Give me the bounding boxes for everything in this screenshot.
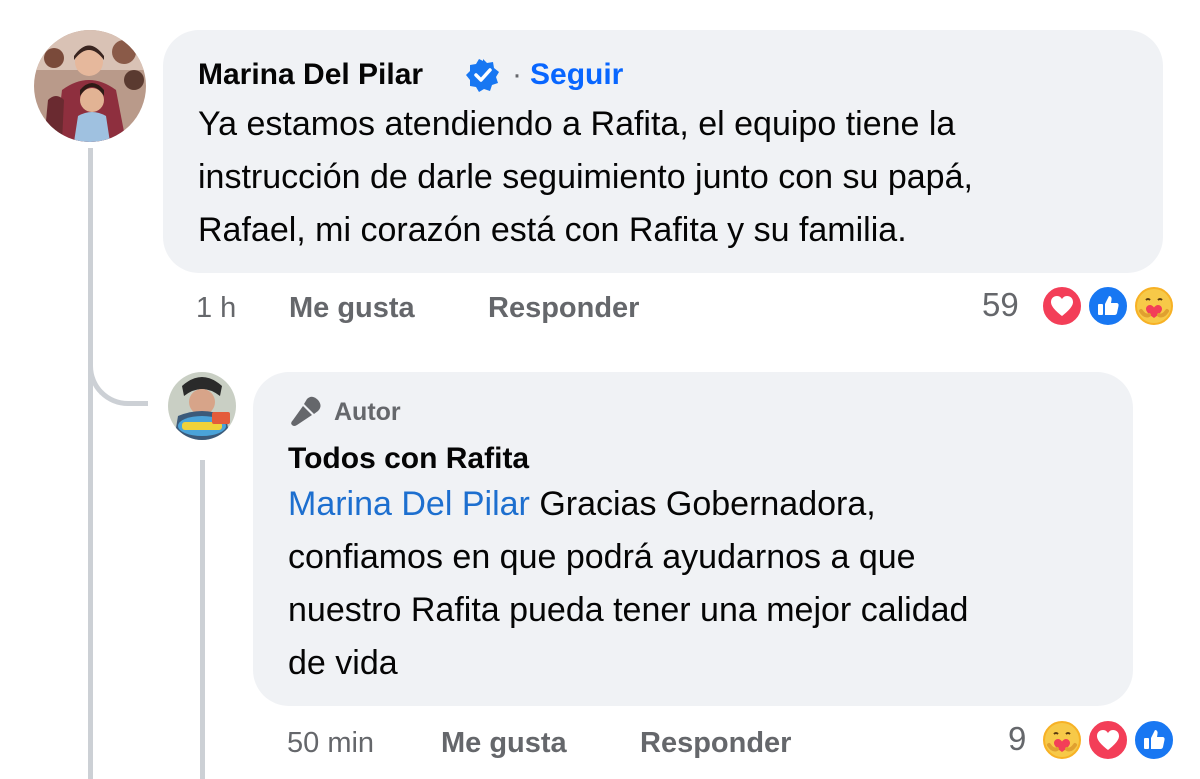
- reply-avatar[interactable]: [168, 372, 236, 440]
- reply-reaction-icons[interactable]: [1040, 718, 1180, 762]
- love-reaction-icon: [1040, 284, 1084, 328]
- reply-reaction-count[interactable]: 9: [1008, 720, 1026, 758]
- comment-text-line: Ya estamos atendiendo a Rafita, el equip…: [198, 105, 956, 143]
- reply-text-line: confiamos en que podrá ayudarnos a que: [288, 538, 916, 576]
- like-reaction-icon: [1086, 284, 1130, 328]
- follow-label: Seguir: [530, 58, 624, 91]
- like-reaction-icon: [1132, 718, 1176, 762]
- reply-button[interactable]: Responder: [488, 292, 639, 325]
- reply-text: Marina Del Pilar Gracias Gobernadora, co…: [288, 478, 1118, 690]
- thread-line-branch: [88, 340, 148, 406]
- reply-avatar-photo-icon: [168, 372, 236, 440]
- reply-text-line: de vida: [288, 644, 398, 682]
- microphone-icon: [288, 394, 324, 435]
- mention-link[interactable]: Marina Del Pilar: [288, 485, 530, 523]
- verified-badge-icon: [466, 58, 500, 97]
- reply-text-first: Gracias Gobernadora,: [539, 485, 876, 523]
- comment-text: Ya estamos atendiendo a Rafita, el equip…: [198, 98, 1138, 257]
- care-reaction-icon: [1132, 284, 1176, 328]
- comment-timestamp[interactable]: 1 h: [196, 292, 236, 325]
- thread-line-reply: [200, 460, 205, 779]
- follow-button[interactable]: · Seguir: [512, 58, 623, 92]
- reply-author-name[interactable]: Todos con Rafita: [288, 442, 529, 476]
- reaction-icons[interactable]: [1040, 284, 1180, 328]
- reply-text-line: nuestro Rafita pueda tener una mejor cal…: [288, 591, 969, 629]
- care-reaction-icon: [1040, 718, 1084, 762]
- avatar-photo-icon: [34, 30, 146, 142]
- avatar[interactable]: [34, 30, 146, 142]
- love-reaction-icon: [1086, 718, 1130, 762]
- comment-text-line: instrucción de darle seguimiento junto c…: [198, 158, 973, 196]
- reply-reply-button[interactable]: Responder: [640, 727, 791, 760]
- like-button[interactable]: Me gusta: [289, 292, 415, 325]
- comment-author-name[interactable]: Marina Del Pilar: [198, 58, 423, 92]
- reaction-count[interactable]: 59: [982, 286, 1019, 324]
- reply-like-button[interactable]: Me gusta: [441, 727, 567, 760]
- reply-text-line: Marina Del Pilar Gracias Gobernadora,: [288, 478, 1118, 531]
- thread-line-main: [88, 148, 93, 779]
- separator-dot: ·: [512, 58, 522, 91]
- comment-text-line: Rafael, mi corazón está con Rafita y su …: [198, 211, 907, 249]
- author-badge: Autor: [334, 398, 401, 426]
- reply-timestamp[interactable]: 50 min: [287, 727, 374, 760]
